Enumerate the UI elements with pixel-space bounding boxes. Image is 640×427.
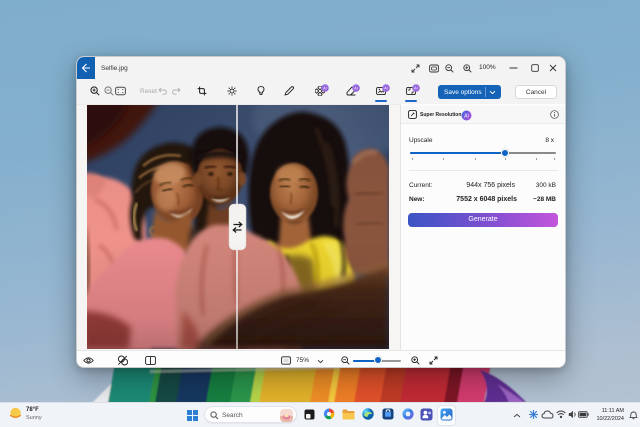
svg-text:AI: AI: [354, 86, 357, 90]
svg-text:AI: AI: [384, 86, 387, 90]
svg-text:AI: AI: [323, 86, 326, 90]
svg-text:AI: AI: [464, 113, 469, 119]
svg-text:AI: AI: [414, 86, 417, 90]
